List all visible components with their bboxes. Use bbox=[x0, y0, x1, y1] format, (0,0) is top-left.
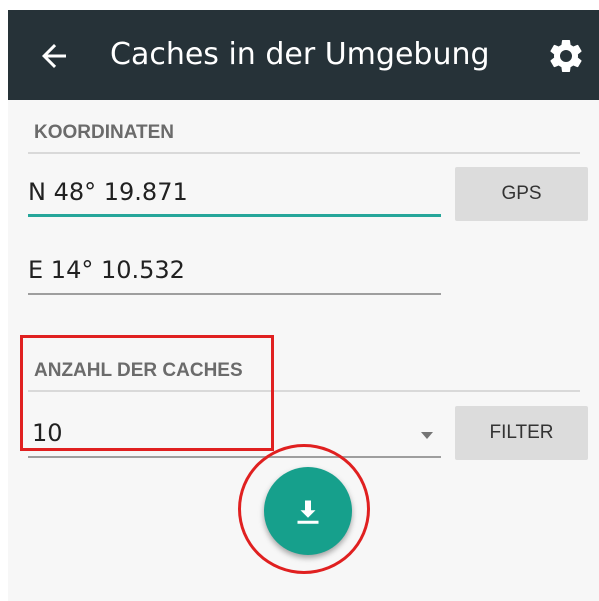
coordinates-header: KOORDINATEN bbox=[28, 118, 580, 154]
longitude-value[interactable]: E 14° 10.532 bbox=[28, 255, 185, 285]
download-icon bbox=[297, 500, 319, 524]
cache-count-value[interactable]: 10 bbox=[32, 418, 63, 448]
page-title: Caches in der Umgebung bbox=[110, 37, 490, 72]
cache-count-header-label: ANZAHL DER CACHES bbox=[34, 360, 243, 381]
longitude-underline bbox=[28, 293, 441, 295]
cache-count-underline bbox=[28, 456, 441, 458]
chevron-down-icon[interactable] bbox=[421, 432, 433, 439]
app-bar: Caches in der Umgebung bbox=[8, 10, 599, 100]
gps-button[interactable]: GPS bbox=[455, 167, 588, 221]
coordinates-header-label: KOORDINATEN bbox=[34, 122, 175, 143]
cache-count-spinner[interactable]: 10 bbox=[28, 414, 441, 458]
filter-button[interactable]: FILTER bbox=[455, 406, 588, 460]
gear-icon[interactable] bbox=[546, 36, 586, 76]
latitude-underline bbox=[28, 214, 441, 217]
latitude-value[interactable]: N 48° 19.871 bbox=[28, 177, 188, 207]
download-button[interactable] bbox=[264, 467, 352, 555]
cache-count-header: ANZAHL DER CACHES bbox=[28, 356, 580, 392]
latitude-field[interactable]: N 48° 19.871 bbox=[28, 173, 441, 217]
longitude-field[interactable]: E 14° 10.532 bbox=[28, 251, 441, 295]
arrow-left-icon[interactable] bbox=[36, 38, 72, 74]
app-screen: Caches in der Umgebung KOORDINATEN N 48°… bbox=[8, 10, 599, 601]
